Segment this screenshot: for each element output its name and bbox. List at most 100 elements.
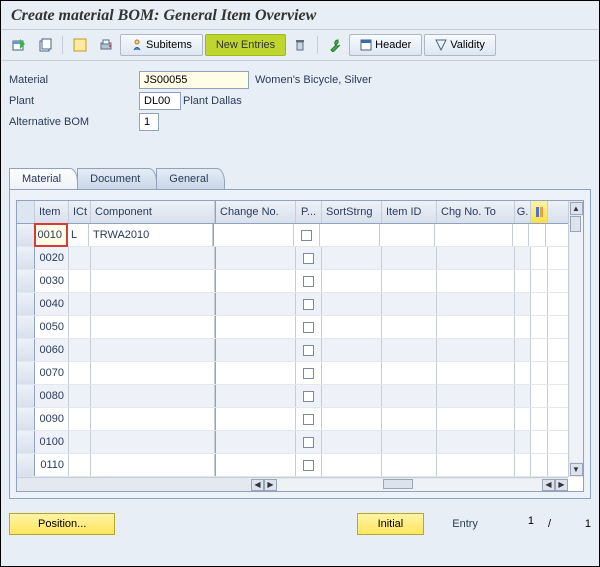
cell-chg-no-to[interactable]: [437, 316, 515, 338]
cell-chg-no-to[interactable]: [437, 431, 515, 453]
cell-component[interactable]: [91, 270, 215, 292]
cell-item-id[interactable]: [382, 385, 437, 407]
cell-g[interactable]: [515, 339, 531, 361]
cell-g[interactable]: [515, 247, 531, 269]
row-selector[interactable]: [17, 224, 35, 246]
cell-g[interactable]: [515, 293, 531, 315]
column-component[interactable]: Component: [91, 201, 215, 223]
cell-sortstring[interactable]: [320, 224, 380, 246]
cell-chg-no-to[interactable]: [435, 224, 513, 246]
plant-input[interactable]: [139, 92, 181, 110]
table-row[interactable]: 0100: [17, 431, 568, 454]
cell-p[interactable]: [296, 316, 322, 338]
cell-change-no[interactable]: [216, 431, 296, 453]
cell-component[interactable]: [91, 408, 215, 430]
cell-g[interactable]: [515, 408, 531, 430]
cell-item[interactable]: 0010: [34, 223, 68, 247]
cell-g[interactable]: [513, 224, 529, 246]
cell-p[interactable]: [294, 224, 320, 246]
cell-component[interactable]: [91, 339, 215, 361]
checkbox[interactable]: [303, 368, 314, 379]
row-selector[interactable]: [17, 247, 35, 269]
checkbox[interactable]: [303, 322, 314, 333]
scroll-left-fixed-icon[interactable]: ◀: [251, 479, 264, 491]
column-ict[interactable]: ICt: [69, 201, 91, 223]
checkbox[interactable]: [303, 299, 314, 310]
cell-component[interactable]: [91, 316, 215, 338]
cell-chg-no-to[interactable]: [437, 385, 515, 407]
cell-component[interactable]: [91, 385, 215, 407]
cell-change-no[interactable]: [216, 454, 296, 476]
cell-component[interactable]: [91, 362, 215, 384]
cell-change-no[interactable]: [216, 385, 296, 407]
cell-p[interactable]: [296, 408, 322, 430]
row-selector[interactable]: [17, 270, 35, 292]
material-input[interactable]: [139, 71, 249, 89]
column-item[interactable]: Item: [35, 201, 69, 223]
checkbox[interactable]: [303, 253, 314, 264]
cell-ict[interactable]: [69, 362, 91, 384]
cell-p[interactable]: [296, 293, 322, 315]
cell-change-no[interactable]: [216, 408, 296, 430]
cell-g[interactable]: [515, 316, 531, 338]
cell-item-id[interactable]: [382, 408, 437, 430]
cell-g[interactable]: [515, 454, 531, 476]
v-scroll-thumb[interactable]: [570, 216, 581, 232]
print-icon[interactable]: [94, 34, 118, 56]
cell-item[interactable]: 0080: [35, 385, 69, 407]
validity-button[interactable]: Validity: [424, 34, 496, 56]
column-item-id[interactable]: Item ID: [382, 201, 437, 223]
cell-item[interactable]: 0050: [35, 316, 69, 338]
cell-item-id[interactable]: [380, 224, 435, 246]
cell-item-id[interactable]: [382, 362, 437, 384]
checkbox[interactable]: [303, 437, 314, 448]
cell-component[interactable]: TRWA2010: [89, 224, 213, 246]
cell-sortstring[interactable]: [322, 431, 382, 453]
wrench-icon[interactable]: [323, 34, 347, 56]
cell-item[interactable]: 0060: [35, 339, 69, 361]
vertical-scrollbar[interactable]: ▲ ▼: [568, 201, 583, 477]
checkbox[interactable]: [301, 230, 312, 241]
initial-button[interactable]: Initial: [357, 513, 425, 535]
cell-p[interactable]: [296, 431, 322, 453]
table-row[interactable]: 0030: [17, 270, 568, 293]
cell-ict[interactable]: [69, 316, 91, 338]
row-selector[interactable]: [17, 408, 35, 430]
cell-item-id[interactable]: [382, 454, 437, 476]
cell-ict[interactable]: [69, 339, 91, 361]
cell-chg-no-to[interactable]: [437, 408, 515, 430]
cell-change-no[interactable]: [216, 339, 296, 361]
cell-chg-no-to[interactable]: [437, 270, 515, 292]
table-row[interactable]: 0060: [17, 339, 568, 362]
checkbox[interactable]: [303, 345, 314, 356]
cell-item[interactable]: 0090: [35, 408, 69, 430]
cell-item[interactable]: 0030: [35, 270, 69, 292]
cell-ict[interactable]: [69, 385, 91, 407]
column-sortstring[interactable]: SortStrng: [322, 201, 382, 223]
cell-item[interactable]: 0040: [35, 293, 69, 315]
checkbox[interactable]: [303, 276, 314, 287]
cell-p[interactable]: [296, 339, 322, 361]
cell-sortstring[interactable]: [322, 293, 382, 315]
cell-item-id[interactable]: [382, 431, 437, 453]
table-row[interactable]: 0070: [17, 362, 568, 385]
column-chg-no-to[interactable]: Chg No. To: [437, 201, 515, 223]
cell-g[interactable]: [515, 385, 531, 407]
horizontal-scrollbar[interactable]: ◀ ▶ ◀ ▶: [17, 477, 568, 491]
table-row[interactable]: 0040: [17, 293, 568, 316]
table-row[interactable]: 0050: [17, 316, 568, 339]
delete-icon[interactable]: [288, 34, 312, 56]
display-icon[interactable]: [7, 34, 31, 56]
cell-g[interactable]: [515, 431, 531, 453]
row-selector[interactable]: [17, 316, 35, 338]
column-g[interactable]: G.: [515, 201, 531, 223]
cell-ict[interactable]: [69, 247, 91, 269]
tab-material[interactable]: Material: [9, 168, 78, 189]
cell-chg-no-to[interactable]: [437, 339, 515, 361]
tab-general[interactable]: General: [156, 168, 225, 189]
cell-item[interactable]: 0070: [35, 362, 69, 384]
cell-item-id[interactable]: [382, 270, 437, 292]
scroll-left-icon[interactable]: ◀: [542, 479, 555, 491]
cell-chg-no-to[interactable]: [437, 454, 515, 476]
cell-change-no[interactable]: [216, 316, 296, 338]
